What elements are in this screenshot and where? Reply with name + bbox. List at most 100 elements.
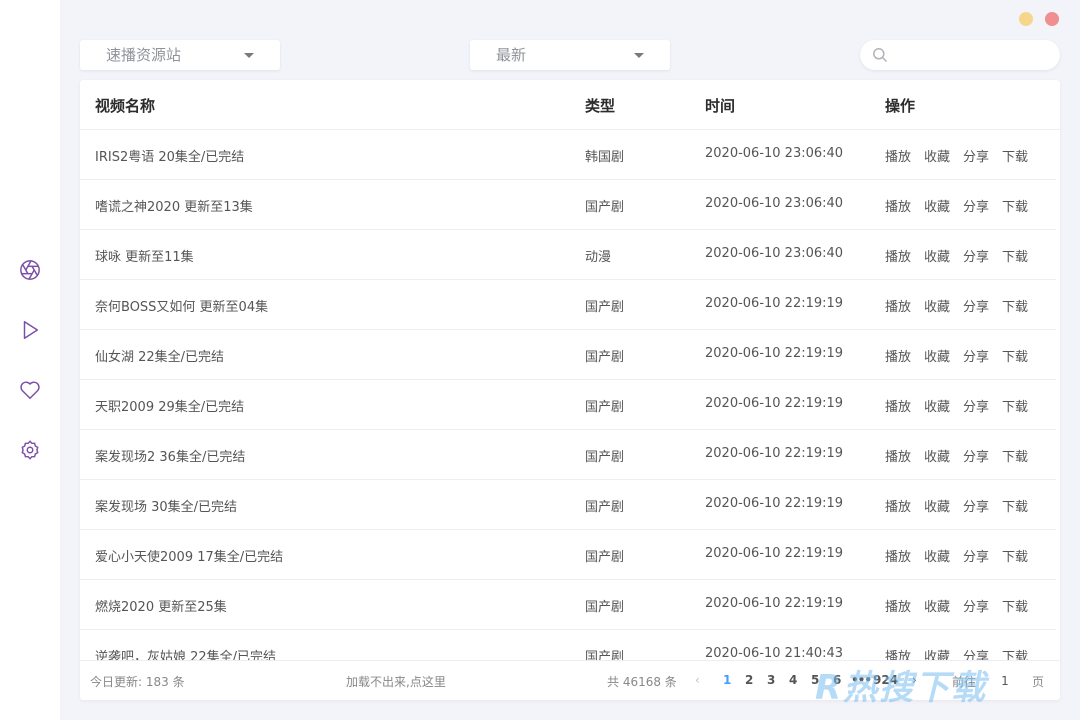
- video-name: IRIS2粤语 20集全/已完结: [95, 150, 245, 165]
- close-button[interactable]: [1045, 12, 1059, 26]
- video-name: 奈何BOSS又如何 更新至04集: [95, 300, 269, 315]
- video-type: 国产剧: [585, 400, 625, 415]
- row-actions: 播放 收藏 分享 下载: [885, 646, 1041, 660]
- video-name: 嗜谎之神2020 更新至13集: [95, 200, 253, 215]
- today-updated-count: 今日更新: 183 条: [90, 675, 185, 689]
- share-button[interactable]: 分享: [963, 346, 989, 365]
- favorite-button[interactable]: 收藏: [924, 646, 950, 660]
- play-button[interactable]: 播放: [885, 546, 911, 565]
- play-button[interactable]: 播放: [885, 396, 911, 415]
- download-button[interactable]: 下载: [1002, 496, 1028, 515]
- favorite-button[interactable]: 收藏: [924, 196, 950, 215]
- page-4[interactable]: 4: [789, 673, 797, 687]
- search-input[interactable]: [894, 45, 1044, 65]
- download-button[interactable]: 下载: [1002, 546, 1028, 565]
- reload-link[interactable]: 加载不出来,点这里: [346, 673, 446, 690]
- row-actions: 播放 收藏 分享 下载: [885, 196, 1041, 215]
- page-2[interactable]: 2: [745, 673, 753, 687]
- heart-icon[interactable]: [18, 378, 42, 402]
- search-box[interactable]: [860, 40, 1060, 70]
- play-icon[interactable]: [18, 318, 42, 342]
- share-button[interactable]: 分享: [963, 396, 989, 415]
- play-button[interactable]: 播放: [885, 596, 911, 615]
- video-time: 2020-06-10 22:19:19: [705, 396, 844, 411]
- download-button[interactable]: 下载: [1002, 196, 1028, 215]
- table-row: 案发现场 30集全/已完结 国产剧 2020-06-10 22:19:19 播放 收藏分…: [80, 480, 1056, 530]
- row-actions: 播放 收藏 分享 下载: [885, 246, 1041, 265]
- video-time: 2020-06-10 22:19:19: [705, 546, 844, 561]
- favorite-button[interactable]: 收藏: [924, 496, 950, 515]
- download-button[interactable]: 下载: [1002, 296, 1028, 315]
- table-row: 嗜谎之神2020 更新至13集 国产剧 2020-06-10 23:06:40 播放收…: [80, 180, 1056, 230]
- table-row: 燃烧2020 更新至25集 国产剧 2020-06-10 22:19:19 播放 收藏分…: [80, 580, 1056, 630]
- search-icon: [873, 48, 888, 63]
- download-button[interactable]: 下载: [1002, 596, 1028, 615]
- download-button[interactable]: 下载: [1002, 446, 1028, 465]
- table-row: 仙女湖 22集全/已完结 国产剧 2020-06-10 22:19:19 播放 收藏 分享…: [80, 330, 1056, 380]
- play-button[interactable]: 播放: [885, 296, 911, 315]
- row-actions: 播放 收藏 分享 下载: [885, 596, 1041, 615]
- favorite-button[interactable]: 收藏: [924, 246, 950, 265]
- watermark-logo: R热搜下载: [815, 660, 1055, 710]
- watermark-text: R热搜下载: [815, 668, 988, 708]
- row-actions: 播放 收藏 分享 下载: [885, 546, 1041, 565]
- column-header-time: 时间: [705, 97, 736, 115]
- row-actions: 播放 收藏 分享 下载: [885, 496, 1041, 515]
- table-header: 视频名称 类型 时间 操作: [80, 80, 1060, 130]
- play-button[interactable]: 播放: [885, 646, 911, 660]
- play-button[interactable]: 播放: [885, 346, 911, 365]
- favorite-button[interactable]: 收藏: [924, 146, 950, 165]
- sort-select-value: 最新: [496, 46, 527, 64]
- column-header-type: 类型: [585, 97, 616, 115]
- play-button[interactable]: 播放: [885, 496, 911, 515]
- share-button[interactable]: 分享: [963, 146, 989, 165]
- sidebar: [0, 0, 60, 720]
- download-button[interactable]: 下载: [1002, 396, 1028, 415]
- favorite-button[interactable]: 收藏: [924, 596, 950, 615]
- favorite-button[interactable]: 收藏: [924, 446, 950, 465]
- download-button[interactable]: 下载: [1002, 146, 1028, 165]
- share-button[interactable]: 分享: [963, 196, 989, 215]
- total-count: 共 46168 条: [607, 675, 677, 689]
- download-button[interactable]: 下载: [1002, 246, 1028, 265]
- row-actions: 播放 收藏 分享 下载: [885, 346, 1041, 365]
- page-1[interactable]: 1: [723, 673, 731, 687]
- sort-select[interactable]: 最新: [470, 40, 670, 70]
- pager-prev-button[interactable]: ‹: [695, 673, 700, 687]
- page-3[interactable]: 3: [767, 673, 775, 687]
- row-actions: 播放 收藏 分享 下载: [885, 146, 1041, 165]
- share-button[interactable]: 分享: [963, 646, 989, 660]
- favorite-button[interactable]: 收藏: [924, 396, 950, 415]
- row-actions: 播放 收藏 分享 下载: [885, 296, 1041, 315]
- aperture-icon[interactable]: [18, 258, 42, 282]
- play-button[interactable]: 播放: [885, 246, 911, 265]
- video-type: 国产剧: [585, 650, 625, 660]
- video-time: 2020-06-10 21:40:43: [705, 646, 844, 660]
- favorite-button[interactable]: 收藏: [924, 296, 950, 315]
- share-button[interactable]: 分享: [963, 296, 989, 315]
- video-time: 2020-06-10 23:06:40: [705, 196, 844, 211]
- video-name: 燃烧2020 更新至25集: [95, 600, 227, 615]
- table-row: IRIS2粤语 20集全/已完结 韩国剧 2020-06-10 23:06:40 播放…: [80, 130, 1056, 180]
- settings-icon[interactable]: [18, 438, 42, 462]
- play-button[interactable]: 播放: [885, 146, 911, 165]
- video-type: 韩国剧: [585, 150, 625, 165]
- play-button[interactable]: 播放: [885, 196, 911, 215]
- column-header-ops: 操作: [885, 97, 916, 115]
- minimize-button[interactable]: [1019, 12, 1033, 26]
- share-button[interactable]: 分享: [963, 596, 989, 615]
- source-select[interactable]: 速播资源站: [80, 40, 280, 70]
- share-button[interactable]: 分享: [963, 246, 989, 265]
- favorite-button[interactable]: 收藏: [924, 546, 950, 565]
- play-button[interactable]: 播放: [885, 446, 911, 465]
- video-type: 国产剧: [585, 600, 625, 615]
- share-button[interactable]: 分享: [963, 546, 989, 565]
- share-button[interactable]: 分享: [963, 446, 989, 465]
- download-button[interactable]: 下载: [1002, 646, 1028, 660]
- chevron-down-icon: [634, 53, 644, 58]
- video-name: 逆袭吧，灰姑娘 22集全/已完结: [95, 650, 277, 660]
- share-button[interactable]: 分享: [963, 496, 989, 515]
- favorite-button[interactable]: 收藏: [924, 346, 950, 365]
- download-button[interactable]: 下载: [1002, 346, 1028, 365]
- video-type: 国产剧: [585, 300, 625, 315]
